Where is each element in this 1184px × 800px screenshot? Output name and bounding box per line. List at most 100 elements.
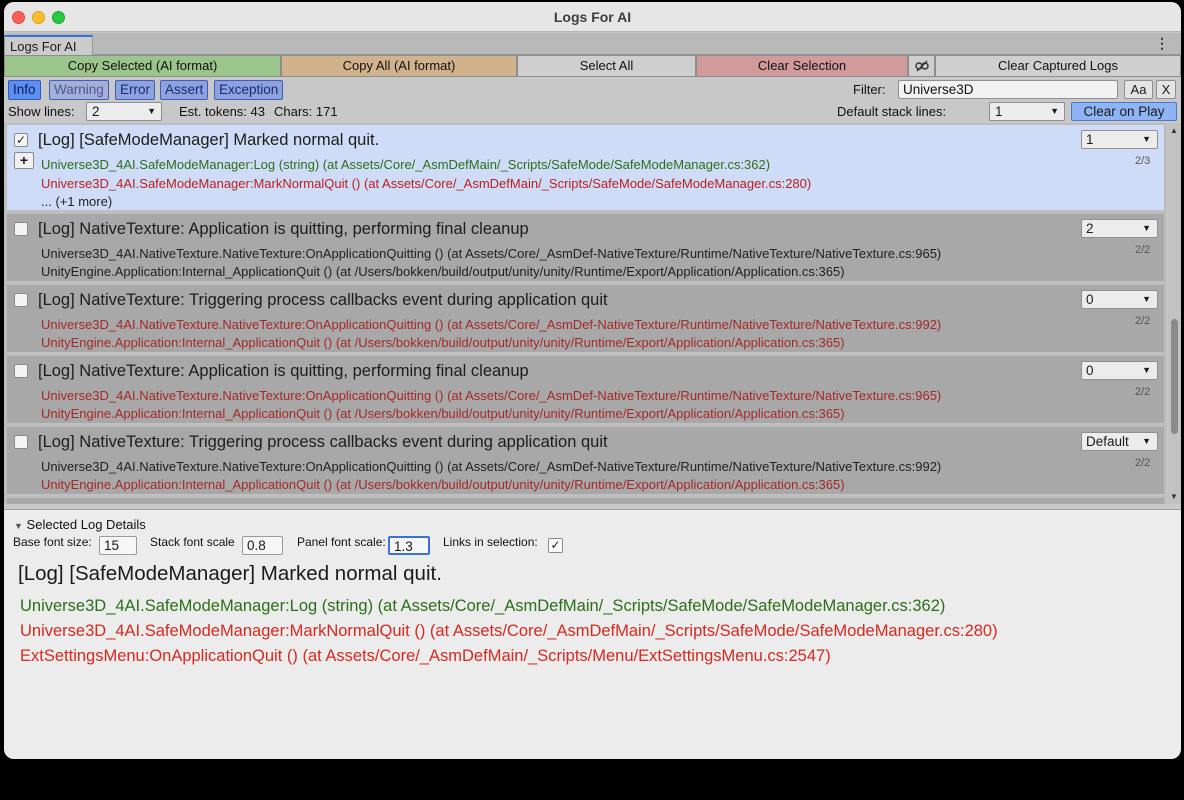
show-lines-label: Show lines: xyxy=(8,104,75,119)
stack-line[interactable]: UnityEngine.Application:Internal_Applica… xyxy=(41,335,845,350)
log-entry[interactable] xyxy=(7,498,1164,504)
log-entry[interactable]: [Log] NativeTexture: Application is quit… xyxy=(7,356,1164,425)
stack-line[interactable]: UnityEngine.Application:Internal_Applica… xyxy=(41,406,845,421)
scroll-down-icon[interactable]: ▼ xyxy=(1170,492,1178,501)
selected-log-details: ▼ Selected Log Details Base font size: 1… xyxy=(4,509,1181,759)
select-checkbox[interactable] xyxy=(14,222,28,236)
char-count: Chars: 171 xyxy=(274,104,338,119)
stack-count: 2/2 xyxy=(1135,386,1151,398)
link-off-icon xyxy=(914,60,929,72)
stack-count: 2/2 xyxy=(1135,457,1151,469)
log-title: [Log] NativeTexture: Application is quit… xyxy=(38,362,529,380)
select-checkbox[interactable]: ✓ xyxy=(14,133,28,147)
stack-lines-dropdown[interactable]: 0 ▼ xyxy=(1081,361,1158,380)
stack-lines-value: 1 xyxy=(1086,132,1094,147)
stack-lines-dropdown[interactable]: 0 ▼ xyxy=(1081,290,1158,309)
match-case-button[interactable]: Aa xyxy=(1124,80,1153,99)
log-list-scrollbar[interactable]: ▲ ▼ xyxy=(1168,123,1181,504)
log-title: [Log] NativeTexture: Application is quit… xyxy=(38,220,529,238)
stack-lines-value: 0 xyxy=(1086,363,1094,378)
panel-font-scale-input[interactable]: 1.3 xyxy=(388,536,430,555)
chevron-down-icon: ▼ xyxy=(1142,223,1151,233)
log-title: [Log] NativeTexture: Triggering process … xyxy=(38,433,608,451)
filter-input[interactable]: Universe3D xyxy=(898,80,1118,99)
clear-captured-logs-button[interactable]: Clear Captured Logs xyxy=(935,55,1181,77)
log-entry[interactable]: [Log] NativeTexture: Triggering process … xyxy=(7,285,1164,354)
filter-bar: Info Warning Error Assert Exception Filt… xyxy=(4,79,1181,101)
title-bar: Logs For AI xyxy=(4,2,1181,32)
more-lines: ... (+1 more) xyxy=(41,194,113,209)
stack-lines-dropdown[interactable]: 1 ▼ xyxy=(1081,130,1158,149)
expand-button[interactable]: + xyxy=(14,152,34,169)
stack-line[interactable]: UnityEngine.Application:Internal_Applica… xyxy=(41,264,845,279)
copy-all-button[interactable]: Copy All (AI format) xyxy=(281,55,517,77)
stack-lines-value: 2 xyxy=(1086,221,1094,236)
logs-window: Logs For AI Logs For AI ⋮ Copy Selected … xyxy=(4,2,1181,759)
details-stack-line[interactable]: ExtSettingsMenu:OnApplicationQuit () (at… xyxy=(20,647,831,666)
copy-selected-button[interactable]: Copy Selected (AI format) xyxy=(4,55,281,77)
links-in-selection-checkbox[interactable]: ✓ xyxy=(548,538,563,553)
options-bar: Show lines: 2 ▼ Est. tokens: 43 Chars: 1… xyxy=(4,101,1181,123)
filter-assert-toggle[interactable]: Assert xyxy=(160,80,209,100)
panel-font-scale-label: Panel font scale: xyxy=(297,535,386,549)
chevron-down-icon: ▼ xyxy=(1142,134,1151,144)
details-header: Selected Log Details xyxy=(26,517,146,532)
stack-count: 2/2 xyxy=(1135,315,1151,327)
filter-warning-toggle[interactable]: Warning xyxy=(49,80,109,100)
clear-on-play-toggle[interactable]: Clear on Play xyxy=(1071,102,1177,121)
action-toolbar: Copy Selected (AI format) Copy All (AI f… xyxy=(4,55,1181,78)
default-stack-lines-label: Default stack lines: xyxy=(837,104,947,119)
select-checkbox[interactable] xyxy=(14,364,28,378)
log-title: [Log] NativeTexture: Triggering process … xyxy=(38,291,608,309)
details-foldout[interactable]: ▼ Selected Log Details xyxy=(14,517,146,532)
kebab-menu-icon[interactable]: ⋮ xyxy=(1155,35,1169,52)
stack-lines-value: 0 xyxy=(1086,292,1094,307)
stack-line[interactable]: Universe3D_4AI.NativeTexture.NativeTextu… xyxy=(41,388,941,403)
stack-line[interactable]: Universe3D_4AI.SafeModeManager:MarkNorma… xyxy=(41,176,811,191)
scroll-up-icon[interactable]: ▲ xyxy=(1170,126,1178,135)
tab-logs-for-ai[interactable]: Logs For AI xyxy=(4,35,93,56)
window-title: Logs For AI xyxy=(553,9,632,25)
chevron-down-icon: ▼ xyxy=(1142,436,1151,446)
stack-line[interactable]: Universe3D_4AI.NativeTexture.NativeTextu… xyxy=(41,317,941,332)
stack-lines-dropdown[interactable]: 2 ▼ xyxy=(1081,219,1158,238)
select-all-button[interactable]: Select All xyxy=(517,55,696,77)
stack-count: 2/3 xyxy=(1135,155,1151,167)
stack-line[interactable]: Universe3D_4AI.SafeModeManager:Log (stri… xyxy=(41,157,770,172)
stack-count: 2/2 xyxy=(1135,244,1151,256)
log-entry[interactable]: [Log] NativeTexture: Application is quit… xyxy=(7,214,1164,283)
select-checkbox[interactable] xyxy=(14,435,28,449)
log-entry[interactable]: ✓ [Log] [SafeModeManager] Marked normal … xyxy=(7,125,1164,212)
stack-line[interactable]: Universe3D_4AI.NativeTexture.NativeTextu… xyxy=(41,246,941,261)
stack-font-scale-label: Stack font scale xyxy=(150,535,235,549)
chevron-down-icon: ▼ xyxy=(1142,365,1151,375)
base-font-size-label: Base font size: xyxy=(13,535,92,549)
stack-line[interactable]: UnityEngine.Application:Internal_Applica… xyxy=(41,477,845,492)
details-stack-line[interactable]: Universe3D_4AI.SafeModeManager:Log (stri… xyxy=(20,597,945,616)
default-stack-lines-value: 1 xyxy=(995,104,1003,119)
filter-label: Filter: xyxy=(853,82,886,97)
select-checkbox[interactable] xyxy=(14,293,28,307)
scroll-thumb[interactable] xyxy=(1171,319,1178,434)
chevron-down-icon: ▼ xyxy=(147,106,156,116)
log-title: [Log] [SafeModeManager] Marked normal qu… xyxy=(38,131,380,149)
unlink-button[interactable] xyxy=(908,55,935,77)
log-list: ✓ [Log] [SafeModeManager] Marked normal … xyxy=(4,123,1167,504)
log-entry[interactable]: [Log] NativeTexture: Triggering process … xyxy=(7,427,1164,496)
filter-exception-toggle[interactable]: Exception xyxy=(214,80,284,100)
stack-font-scale-input[interactable]: 0.8 xyxy=(242,536,283,555)
token-estimate: Est. tokens: 43 xyxy=(179,104,265,119)
stack-lines-value: Default xyxy=(1086,434,1129,449)
base-font-size-input[interactable]: 15 xyxy=(99,536,137,555)
details-stack-line[interactable]: Universe3D_4AI.SafeModeManager:MarkNorma… xyxy=(20,622,998,641)
chevron-down-icon: ▼ xyxy=(1142,294,1151,304)
show-lines-dropdown[interactable]: 2 ▼ xyxy=(86,102,162,121)
clear-selection-button[interactable]: Clear Selection xyxy=(696,55,908,77)
show-lines-value: 2 xyxy=(92,104,100,119)
stack-lines-dropdown[interactable]: Default ▼ xyxy=(1081,432,1158,451)
stack-line[interactable]: Universe3D_4AI.NativeTexture.NativeTextu… xyxy=(41,459,941,474)
filter-error-toggle[interactable]: Error xyxy=(115,80,155,100)
clear-filter-button[interactable]: X xyxy=(1156,80,1176,99)
filter-info-toggle[interactable]: Info xyxy=(8,80,41,100)
default-stack-lines-dropdown[interactable]: 1 ▼ xyxy=(989,102,1065,121)
